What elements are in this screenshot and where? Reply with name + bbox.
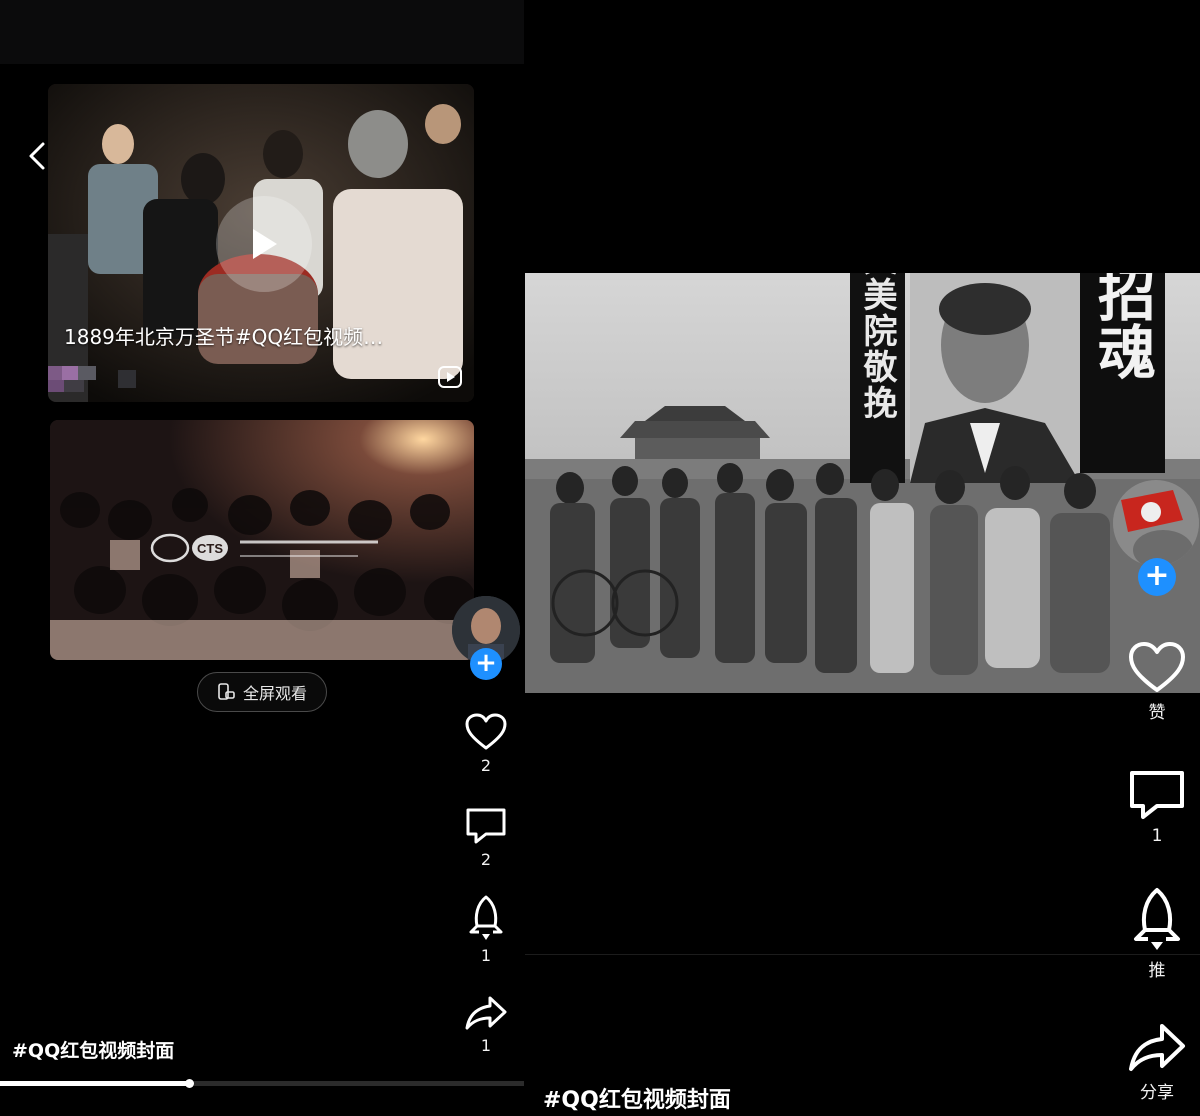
progress-fill [0,1081,189,1086]
boost-label: 推 [1148,961,1166,981]
share-icon [465,996,507,1030]
like-count: 2 [480,756,492,775]
top-bar [0,0,524,64]
plus-icon: + [475,647,497,678]
blurred-author [48,366,136,392]
left-screen: 1889年北京万圣节#QQ红包视频… CTS 全屏观看 + 2 2 1 1 #Q… [0,0,524,1116]
boost-action[interactable]: 推 [1125,886,1189,981]
video-hashtag[interactable]: #QQ红包视频封面 [12,1036,174,1063]
comment-count: 1 [1151,826,1163,846]
video-badge-icon [438,366,462,388]
heart-icon [465,713,507,750]
fullscreen-button[interactable]: 全屏观看 [197,672,327,712]
play-button[interactable] [216,196,312,292]
video-hashtag[interactable]: #QQ红包视频封面 [543,1082,731,1114]
like-action[interactable]: 2 [460,712,512,775]
cts-watermark-logo: CTS [150,533,378,563]
follow-button[interactable]: + [470,648,502,680]
boost-action[interactable]: 1 [460,894,512,965]
rocket-icon [469,895,503,940]
video-title: 1889年北京万圣节#QQ红包视频… [64,325,384,349]
boost-count: 1 [480,946,492,965]
banner-right-text: 处招魂 [1088,273,1156,380]
fullscreen-label: 全屏观看 [242,684,307,703]
share-icon [1129,1024,1185,1071]
like-action[interactable]: 赞 [1125,640,1189,723]
share-action[interactable]: 1 [460,994,512,1055]
video-player[interactable]: 中央美院敬挽 处招魂 [525,273,1200,693]
play-icon [253,229,277,259]
right-screen: 中央美院敬挽 处招魂 + 赞 1 推 分享 #QQ红包视频封面 [525,0,1200,1116]
svg-text:CTS: CTS [197,541,223,556]
progress-bar[interactable] [0,1079,524,1088]
side-strip [0,64,47,414]
comment-action[interactable]: 2 [460,806,512,869]
divider [525,954,1200,955]
back-icon [29,142,45,170]
comment-count: 2 [480,850,492,869]
comment-icon [1130,771,1184,819]
comment-action[interactable]: 1 [1125,768,1189,846]
author-avatar[interactable] [1113,480,1199,566]
comment-icon [466,808,506,844]
video-card[interactable]: 1889年北京万圣节#QQ红包视频… [48,84,474,402]
share-label: 分享 [1140,1083,1174,1103]
banner-left-text: 中央美院敬挽 [857,273,898,421]
avatar-flag-image [1113,480,1199,566]
phone-rotate-icon [218,683,235,700]
follow-button[interactable]: + [1138,558,1176,596]
heart-icon [1129,642,1185,692]
plus-icon: + [1144,557,1170,593]
share-action[interactable]: 分享 [1121,1022,1193,1103]
progress-handle[interactable] [184,1079,194,1088]
like-label: 赞 [1148,703,1166,723]
share-count: 1 [480,1036,492,1055]
rocket-icon [1134,888,1180,950]
broadcast-thumbnail[interactable]: CTS [50,420,474,660]
march-photo: 中央美院敬挽 处招魂 [525,273,1200,693]
